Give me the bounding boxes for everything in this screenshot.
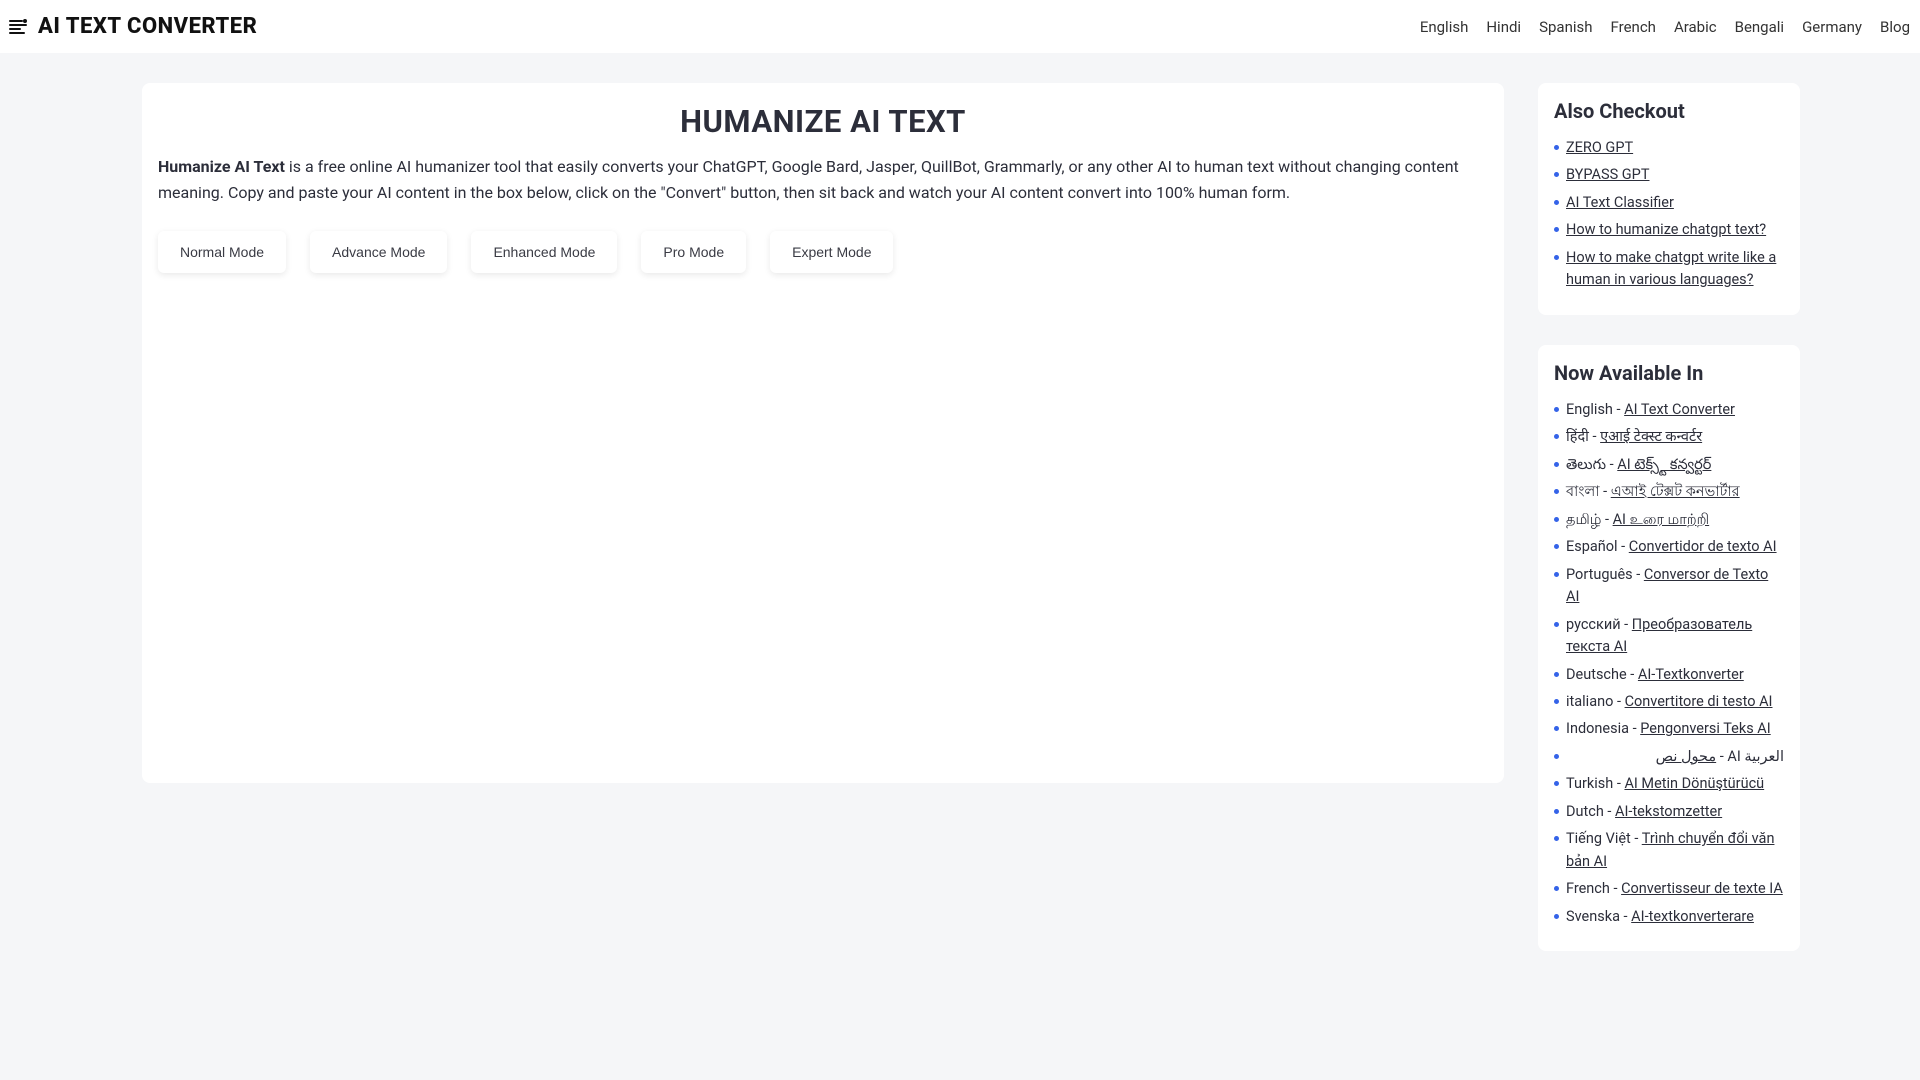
also-link[interactable]: AI Text Classifier — [1566, 194, 1674, 211]
mode-expert-mode[interactable]: Expert Mode — [770, 231, 893, 273]
list-item: English - AI Text Converter — [1554, 399, 1784, 421]
also-link[interactable]: How to humanize chatgpt text? — [1566, 221, 1766, 238]
also-link[interactable]: ZERO GPT — [1566, 139, 1633, 156]
also-checkout-title: Also Checkout — [1554, 99, 1784, 123]
nav-arabic[interactable]: Arabic — [1674, 18, 1717, 36]
lang-prefix: French - — [1566, 880, 1621, 897]
logo[interactable]: AI TEXT CONVERTER — [6, 14, 257, 39]
list-item: Português - Conversor de Texto AI — [1554, 564, 1784, 609]
lang-link[interactable]: Convertitore di testo AI — [1625, 693, 1773, 710]
lang-prefix: తెలుగు - — [1566, 456, 1617, 473]
intro-strong: Humanize AI Text — [158, 157, 285, 176]
intro-rest: is a free online AI humanizer tool that … — [158, 157, 1459, 202]
lang-prefix: Português - — [1566, 566, 1644, 583]
also-link[interactable]: BYPASS GPT — [1566, 166, 1649, 183]
lang-prefix: العربية AI - — [1716, 748, 1784, 765]
lang-link[interactable]: AI Text Converter — [1624, 401, 1735, 418]
lang-prefix: Turkish - — [1566, 775, 1624, 792]
lang-prefix: Deutsche - — [1566, 666, 1638, 683]
list-item: Dutch - AI-tekstomzetter — [1554, 801, 1784, 823]
list-item: বাংলা - এআই টেক্সট কনভার্টার — [1554, 481, 1784, 503]
list-item: русский - Преобразователь текста AI — [1554, 614, 1784, 659]
nav-spanish[interactable]: Spanish — [1539, 18, 1592, 36]
mode-pro-mode[interactable]: Pro Mode — [641, 231, 746, 273]
mode-enhanced-mode[interactable]: Enhanced Mode — [471, 231, 617, 273]
list-item: తెలుగు - AI టెక్స్ట్ కన్వర్టర్ — [1554, 454, 1784, 476]
lang-prefix: русский - — [1566, 616, 1632, 633]
list-item: ZERO GPT — [1554, 137, 1784, 159]
lang-prefix: Español - — [1566, 538, 1629, 555]
list-item: French - Convertisseur de texte IA — [1554, 878, 1784, 900]
nav-english[interactable]: English — [1420, 18, 1469, 36]
also-checkout-list: ZERO GPT BYPASS GPT AI Text Classifier How … — [1554, 137, 1784, 292]
list-item: Tiếng Việt - Trình chuyển đổi văn bản AI — [1554, 828, 1784, 873]
logo-text: AI TEXT CONVERTER — [38, 14, 257, 39]
list-item: How to make chatgpt write like a human i… — [1554, 247, 1784, 292]
nav-blog[interactable]: Blog — [1880, 18, 1910, 36]
page-container: HUMANIZE AI TEXT Humanize AI Text is a f… — [0, 53, 1920, 981]
list-item: Deutsche - AI-Textkonverter — [1554, 664, 1784, 686]
list-item: हिंदी - एआई टेक्स्ट कन्वर्टर — [1554, 426, 1784, 448]
also-checkout-card: Also Checkout ZERO GPT BYPASS GPT AI Text … — [1538, 83, 1800, 315]
nav-germany[interactable]: Germany — [1802, 18, 1862, 36]
lang-link[interactable]: এআই টেক্সট কনভার্টার — [1611, 483, 1740, 500]
lang-prefix: Tiếng Việt - — [1566, 830, 1642, 847]
lang-prefix: தமிழ் - — [1566, 511, 1613, 528]
nav-hindi[interactable]: Hindi — [1486, 18, 1521, 36]
lang-link[interactable]: AI టెక్స్ట్ కన్వర్టర్ — [1617, 456, 1711, 473]
lang-link[interactable]: AI-Textkonverter — [1638, 666, 1744, 683]
lang-link[interactable]: AI-textkonverterare — [1631, 908, 1754, 925]
also-link[interactable]: How to make chatgpt write like a human i… — [1566, 249, 1776, 288]
lang-prefix: हिंदी - — [1566, 428, 1600, 445]
lang-link[interactable]: एआई टेक्स्ट कन्वर्टर — [1600, 428, 1702, 445]
nav-french[interactable]: French — [1611, 18, 1656, 36]
lang-link[interactable]: Pengonversi Teks AI — [1640, 720, 1771, 737]
list-item: italiano - Convertitore di testo AI — [1554, 691, 1784, 713]
available-in-title: Now Available In — [1554, 361, 1784, 385]
lang-prefix: Dutch - — [1566, 803, 1615, 820]
lang-link[interactable]: Convertisseur de texte IA — [1621, 880, 1783, 897]
list-item: BYPASS GPT — [1554, 164, 1784, 186]
header: AI TEXT CONVERTER English Hindi Spanish Fre… — [0, 0, 1920, 53]
logo-icon — [6, 15, 30, 39]
list-item: Svenska - AI-textkonverterare — [1554, 906, 1784, 928]
intro-text: Humanize AI Text is a free online AI hum… — [158, 154, 1488, 207]
lang-link[interactable]: محول نص — [1656, 748, 1717, 765]
mode-buttons: Normal Mode Advance Mode Enhanced Mode Pro … — [158, 231, 1488, 273]
list-item: العربية AI - محول نص — [1554, 746, 1784, 768]
lang-link[interactable]: Convertidor de texto AI — [1629, 538, 1777, 555]
list-item: AI Text Classifier — [1554, 192, 1784, 214]
list-item: Turkish - AI Metin Dönüştürücü — [1554, 773, 1784, 795]
nav-bengali[interactable]: Bengali — [1735, 18, 1784, 36]
lang-link[interactable]: AI Metin Dönüştürücü — [1624, 775, 1764, 792]
list-item: How to humanize chatgpt text? — [1554, 219, 1784, 241]
page-title: HUMANIZE AI TEXT — [158, 103, 1488, 140]
lang-prefix: italiano - — [1566, 693, 1625, 710]
mode-normal-mode[interactable]: Normal Mode — [158, 231, 286, 273]
list-item: தமிழ் - AI உரை மாற்றி — [1554, 509, 1784, 531]
top-nav: English Hindi Spanish French Arabic Bengali Ge… — [1420, 18, 1910, 36]
lang-prefix: বাংলা - — [1566, 483, 1611, 500]
mode-advance-mode[interactable]: Advance Mode — [310, 231, 447, 273]
lang-prefix: English - — [1566, 401, 1624, 418]
sidebar: Also Checkout ZERO GPT BYPASS GPT AI Text … — [1538, 83, 1800, 951]
lang-prefix: Svenska - — [1566, 908, 1631, 925]
lang-link[interactable]: AI-tekstomzetter — [1615, 803, 1722, 820]
main-panel: HUMANIZE AI TEXT Humanize AI Text is a f… — [142, 83, 1504, 783]
available-in-card: Now Available In English - AI Text Conve… — [1538, 345, 1800, 951]
list-item: Indonesia - Pengonversi Teks AI — [1554, 718, 1784, 740]
lang-prefix: Indonesia - — [1566, 720, 1640, 737]
lang-link[interactable]: AI உரை மாற்றி — [1613, 511, 1710, 528]
available-in-list: English - AI Text Converter हिंदी - एआई ट… — [1554, 399, 1784, 928]
list-item: Español - Convertidor de texto AI — [1554, 536, 1784, 558]
